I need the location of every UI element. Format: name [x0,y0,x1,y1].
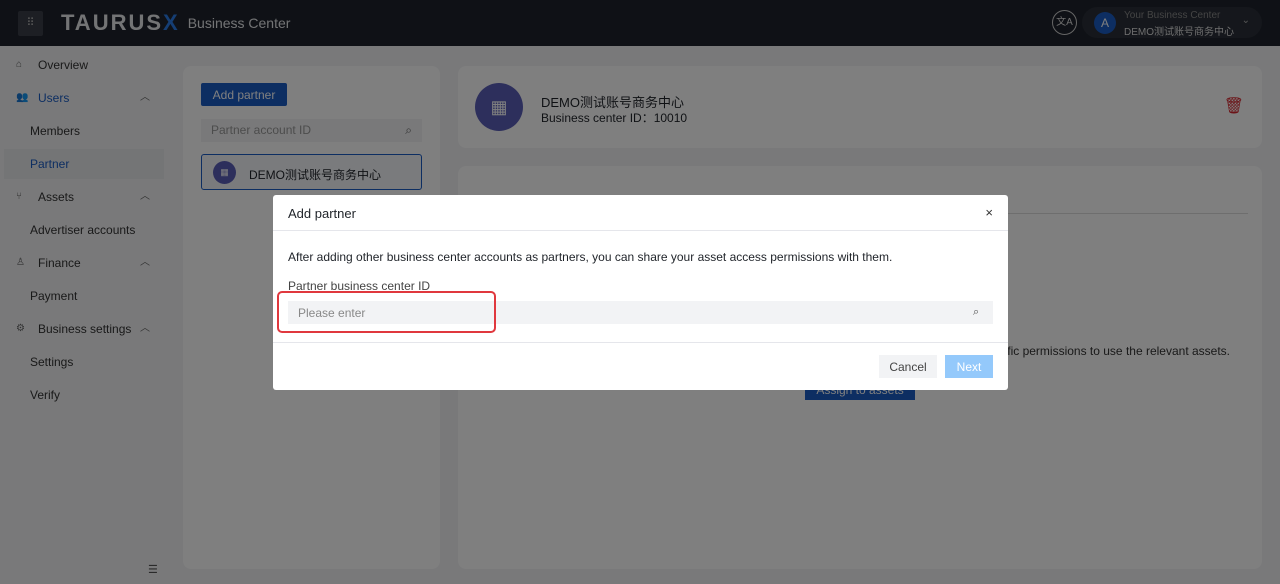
highlight-box [277,291,496,333]
next-button[interactable]: Next [945,355,993,378]
modal-footer-divider [273,342,1008,343]
add-partner-modal: Add partner × After adding other busines… [273,195,1008,390]
cancel-button[interactable]: Cancel [879,355,937,378]
search-icon: ⌕ [973,306,980,318]
modal-header: Add partner × [273,195,1008,231]
modal-description: After adding other business center accou… [288,250,893,264]
close-icon[interactable]: × [985,205,993,220]
modal-title: Add partner [288,206,356,221]
